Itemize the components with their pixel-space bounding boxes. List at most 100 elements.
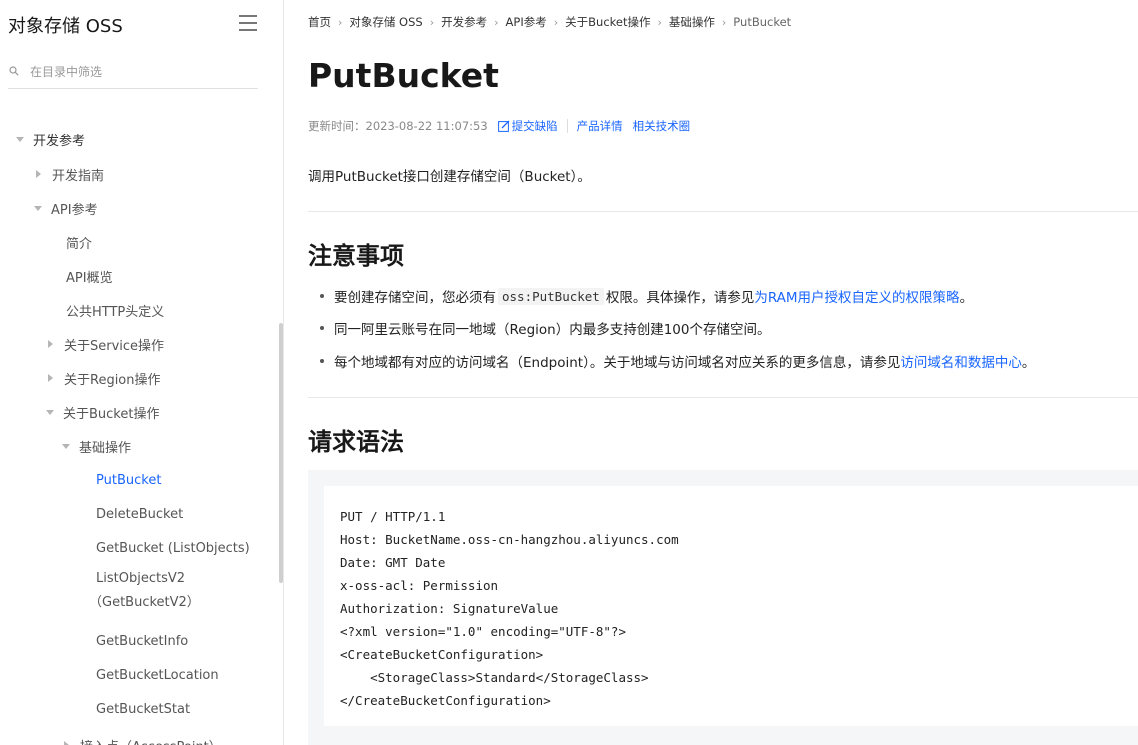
intro-text: 调用PutBucket接口创建存储空间（Bucket）。 bbox=[308, 169, 591, 185]
page-title: PutBucket bbox=[308, 56, 499, 95]
toc-item-label: API概览 bbox=[66, 270, 113, 286]
list-item: 每个地域都有对应的访问域名（Endpoint）。关于地域与访问域名对应关系的更多… bbox=[308, 349, 1035, 373]
chevron-right-icon: › bbox=[657, 15, 662, 29]
code-lines: PUT / HTTP/1.1 Host: BucketName.oss-cn-h… bbox=[340, 505, 679, 712]
code-line: </CreateBucketConfiguration> bbox=[340, 693, 551, 708]
note-text: 同一阿里云账号在同一地域（Region）内最多支持创建100个存储空间。 bbox=[334, 322, 771, 338]
caret-down-icon bbox=[62, 443, 70, 449]
ram-policy-link[interactable]: 为RAM用户授权自定义的权限策略 bbox=[754, 286, 959, 306]
toc-item-label: GetBucketStat bbox=[96, 701, 191, 717]
code-line: <StorageClass>Standard</StorageClass> bbox=[340, 670, 649, 685]
toc-item-deletebucket[interactable]: DeleteBucket bbox=[0, 497, 276, 531]
sidebar-header: 对象存储 OSS bbox=[8, 12, 260, 38]
toc-item-label: 关于Service操作 bbox=[64, 338, 165, 354]
code-line: Host: BucketName.oss-cn-hangzhou.aliyunc… bbox=[340, 532, 679, 547]
toc-item-label: （GetBucketV2） bbox=[89, 595, 200, 610]
submit-defect-link[interactable]: 提交缺陷 bbox=[497, 118, 558, 134]
notes-heading: 注意事项 bbox=[308, 242, 404, 270]
toc-filter-input[interactable] bbox=[30, 62, 250, 82]
code-line: Date: GMT Date bbox=[340, 555, 446, 570]
bullet-dot bbox=[320, 294, 324, 298]
toc-item-api-overview[interactable]: API概览 bbox=[0, 259, 276, 293]
caret-right-icon bbox=[36, 170, 41, 178]
toc-item-label: GetBucketLocation bbox=[96, 667, 219, 683]
breadcrumb-api-reference[interactable]: API参考 bbox=[506, 14, 547, 30]
product-details-link[interactable]: 产品详情 bbox=[577, 118, 623, 134]
breadcrumb-home[interactable]: 首页 bbox=[308, 14, 331, 30]
sidebar: 对象存储 OSS 开发参考 开发指南 API参考 简介 API概览 公共HTTP… bbox=[0, 0, 284, 745]
page-meta: 更新时间： 2023-08-22 11:07:53 提交缺陷 产品详情 相关技术… bbox=[308, 117, 690, 135]
sidebar-scrollbar[interactable] bbox=[279, 323, 283, 583]
divider bbox=[308, 211, 1138, 212]
updated-time: 2023-08-22 11:07:53 bbox=[365, 119, 488, 133]
chevron-right-icon: › bbox=[338, 15, 343, 29]
toc-item-label: 开发参考 bbox=[33, 133, 86, 149]
note-text: 每个地域都有对应的访问域名（Endpoint）。关于地域与访问域名对应关系的更多… bbox=[334, 355, 901, 371]
toc-item-label: 开发指南 bbox=[52, 168, 105, 184]
toc-item-label: 简介 bbox=[66, 236, 93, 252]
note-text: 权限。具体操作，请参见 bbox=[605, 290, 755, 306]
breadcrumb-basic-ops[interactable]: 基础操作 bbox=[669, 14, 715, 30]
toc-filter bbox=[8, 60, 258, 89]
note-text: 。 bbox=[959, 290, 974, 306]
toc-item-label: GetBucket (ListObjects) bbox=[96, 540, 250, 556]
toc-item-dev-reference[interactable]: 开发参考 bbox=[0, 122, 276, 156]
divider bbox=[566, 119, 568, 133]
toc-item-api-reference[interactable]: API参考 bbox=[0, 191, 276, 225]
divider bbox=[308, 397, 1138, 398]
submit-defect-label: 提交缺陷 bbox=[511, 119, 558, 133]
breadcrumb-oss[interactable]: 对象存储 OSS bbox=[349, 14, 422, 30]
chevron-right-icon: › bbox=[721, 15, 727, 29]
toc-item-label: 公共HTTP头定义 bbox=[66, 304, 165, 320]
list-item: 要创建存储空间，您必须有 oss:PutBucket 权限。具体操作，请参见 为… bbox=[308, 284, 973, 308]
toc-item-label: 关于Region操作 bbox=[64, 372, 161, 388]
breadcrumb: 首页 › 对象存储 OSS › 开发参考 › API参考 › 关于Bucket操… bbox=[308, 13, 791, 31]
list-item: 同一阿里云账号在同一地域（Region）内最多支持创建100个存储空间。 bbox=[308, 316, 770, 340]
toc-item-label: ListObjectsV2 bbox=[96, 571, 186, 586]
toc-item-label: 关于Bucket操作 bbox=[63, 406, 160, 422]
chevron-right-icon: › bbox=[429, 15, 435, 29]
code-block: PUT / HTTP/1.1 Host: BucketName.oss-cn-h… bbox=[308, 470, 1138, 745]
toc-item-getbucketlocation[interactable]: GetBucketLocation bbox=[0, 658, 276, 692]
toc-item-intro[interactable]: 简介 bbox=[0, 225, 276, 259]
caret-right-icon bbox=[48, 340, 53, 348]
tech-community-link[interactable]: 相关技术圈 bbox=[633, 118, 691, 134]
toc-item-label: DeleteBucket bbox=[96, 506, 184, 522]
code-line: <?xml version="1.0" encoding="UTF-8"?> bbox=[340, 624, 626, 639]
toc-item-label: API参考 bbox=[51, 202, 98, 218]
toc-item-service-ops[interactable]: 关于Service操作 bbox=[0, 327, 276, 361]
caret-down-icon bbox=[46, 409, 54, 415]
search-icon bbox=[9, 66, 19, 76]
toc-item-accesspoint[interactable]: 接入点（AccessPoint） bbox=[0, 728, 276, 745]
toc-item-label: 基础操作 bbox=[79, 440, 132, 456]
toc-item-bucket-ops[interactable]: 关于Bucket操作 bbox=[0, 395, 276, 429]
edit-icon bbox=[497, 120, 510, 132]
toc-item-label: GetBucketInfo bbox=[96, 633, 189, 649]
note-text: 。 bbox=[1021, 355, 1036, 371]
hamburger-icon[interactable] bbox=[239, 15, 257, 31]
breadcrumb-dev-reference[interactable]: 开发参考 bbox=[441, 14, 487, 30]
breadcrumb-bucket-ops[interactable]: 关于Bucket操作 bbox=[565, 14, 650, 30]
main-content: 首页 › 对象存储 OSS › 开发参考 › API参考 › 关于Bucket操… bbox=[284, 0, 1138, 745]
toc-item-putbucket[interactable]: PutBucket bbox=[0, 463, 276, 497]
code-line: x-oss-acl: Permission bbox=[340, 578, 499, 593]
toc-item-listobjectsv2[interactable]: ListObjectsV2 （GetBucketV2） bbox=[0, 565, 276, 617]
caret-down-icon bbox=[34, 205, 42, 211]
syntax-heading: 请求语法 bbox=[308, 428, 404, 456]
breadcrumb-current: PutBucket bbox=[733, 15, 792, 29]
toc-item-basic-ops[interactable]: 基础操作 bbox=[0, 429, 276, 463]
inline-code: oss:PutBucket bbox=[498, 287, 604, 305]
toc-item-getbucketstat[interactable]: GetBucketStat bbox=[0, 692, 276, 726]
toc-item-http-headers[interactable]: 公共HTTP头定义 bbox=[0, 293, 276, 327]
caret-down-icon bbox=[16, 136, 24, 142]
toc-item-region-ops[interactable]: 关于Region操作 bbox=[0, 361, 276, 395]
toc-item-getbucket[interactable]: GetBucket (ListObjects) bbox=[0, 531, 276, 565]
toc-item-getbucketinfo[interactable]: GetBucketInfo bbox=[0, 624, 276, 658]
code-line: <CreateBucketConfiguration> bbox=[340, 647, 544, 662]
toc-item-dev-guide[interactable]: 开发指南 bbox=[0, 157, 276, 191]
chevron-right-icon: › bbox=[494, 15, 499, 29]
bullet-dot bbox=[320, 359, 324, 363]
endpoint-link[interactable]: 访问域名和数据中心 bbox=[900, 351, 1022, 371]
note-text: 要创建存储空间，您必须有 bbox=[334, 290, 496, 306]
bullet-dot bbox=[320, 326, 324, 330]
